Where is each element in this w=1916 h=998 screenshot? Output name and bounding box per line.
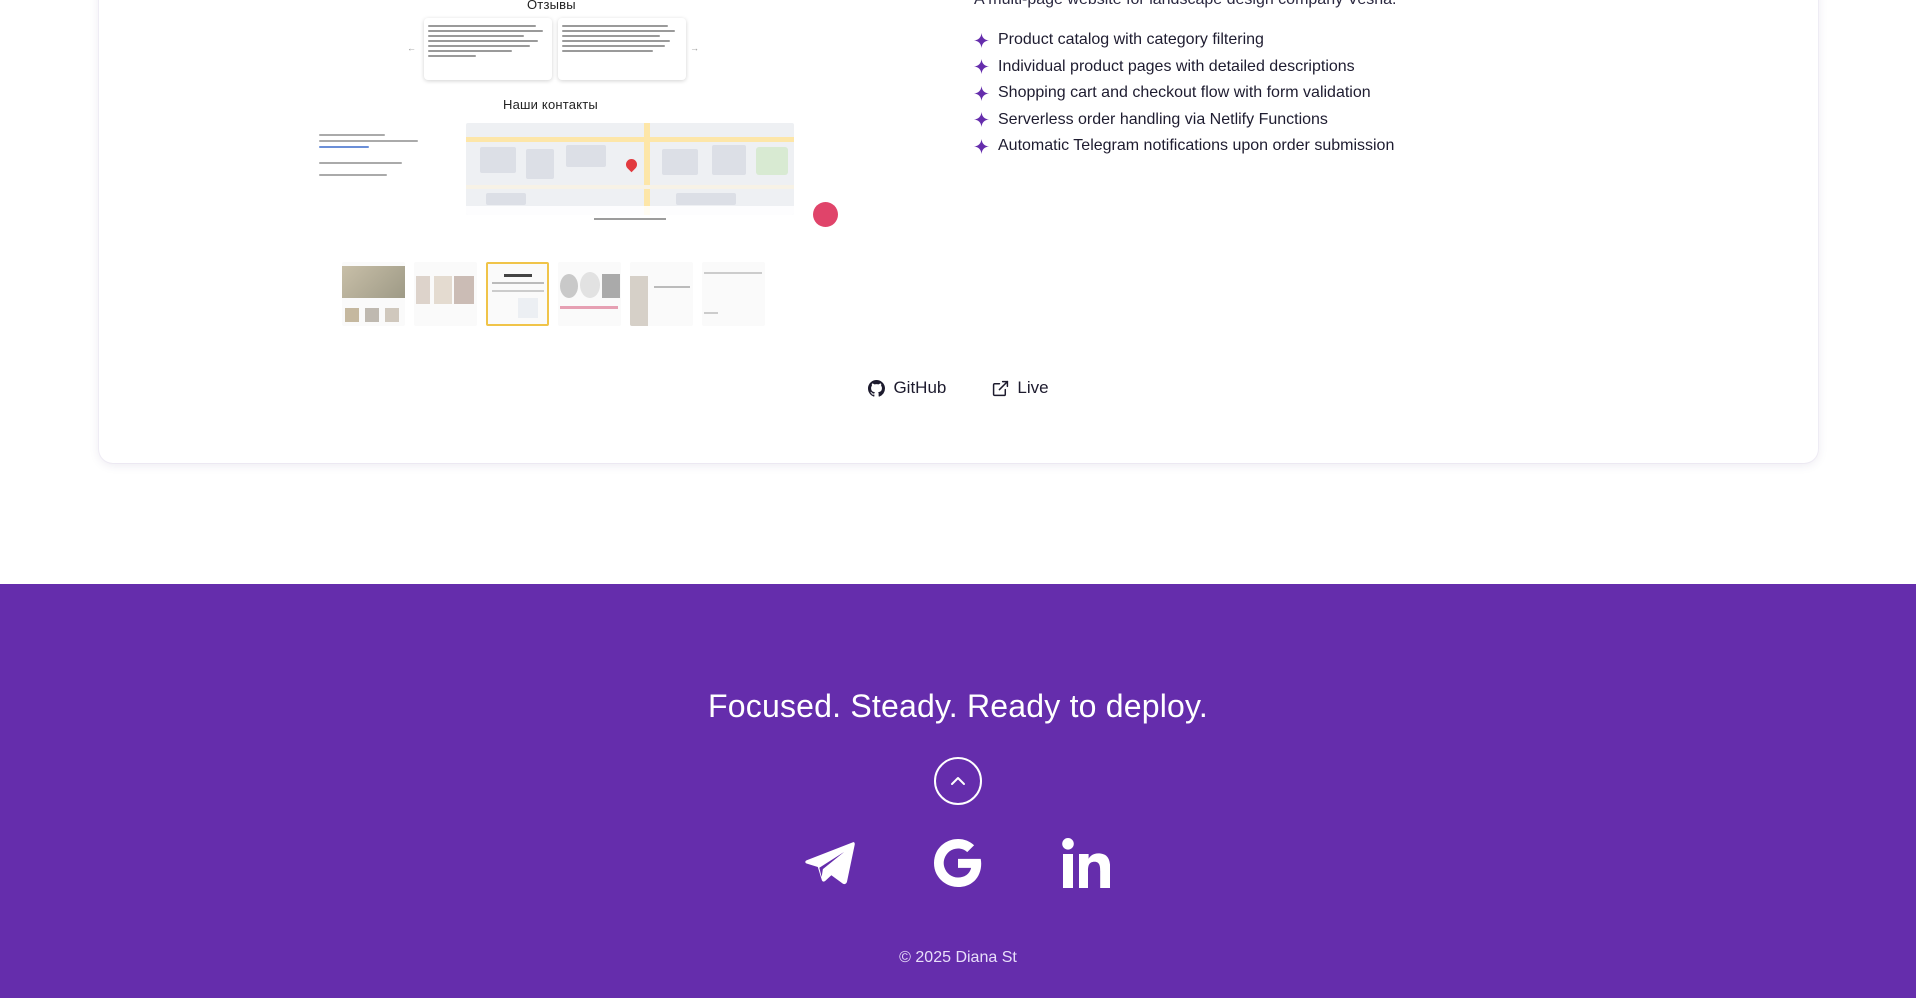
feature-item: Product catalog with category filtering — [974, 27, 1394, 54]
sparkle-icon — [974, 85, 989, 101]
sparkle-icon — [974, 59, 989, 75]
project-description: A multi-page website for landscape desig… — [974, 0, 1396, 9]
sparkle-icon — [974, 138, 989, 154]
social-links — [0, 838, 1916, 888]
feature-text: Individual product pages with detailed d… — [998, 57, 1355, 75]
thumbnail[interactable] — [342, 262, 405, 326]
telegram-link[interactable] — [805, 838, 855, 888]
google-icon — [934, 839, 982, 887]
external-link-icon — [993, 380, 1009, 396]
preview-next-arrow: → — [690, 43, 699, 53]
thumbnail[interactable] — [414, 262, 477, 326]
preview-contacts-heading: Наши контакты — [503, 97, 598, 112]
live-label: Live — [1017, 378, 1049, 397]
feature-text: Automatic Telegram notifications upon or… — [998, 137, 1395, 155]
chevron-up-icon — [951, 777, 965, 785]
github-icon — [868, 379, 886, 397]
feature-item: Shopping cart and checkout flow with for… — [974, 80, 1394, 107]
feature-text: Serverless order handling via Netlify Fu… — [998, 110, 1328, 128]
preview-map — [466, 123, 794, 215]
github-link[interactable]: GitHub — [868, 378, 946, 398]
telegram-icon — [805, 842, 855, 885]
google-link[interactable] — [933, 838, 983, 888]
feature-text: Shopping cart and checkout flow with for… — [998, 84, 1371, 102]
feature-item: Individual product pages with detailed d… — [974, 54, 1394, 81]
footer-tagline: Focused. Steady. Ready to deploy. — [708, 688, 1208, 724]
preview-contact-info — [319, 130, 429, 180]
map-pin-icon — [623, 156, 640, 173]
screenshot-thumbnails — [342, 262, 765, 326]
preview-chat-button — [813, 202, 838, 227]
thumbnail[interactable] — [702, 262, 765, 326]
feature-list: Product catalog with category filtering … — [974, 27, 1394, 160]
feature-item: Serverless order handling via Netlify Fu… — [974, 107, 1394, 134]
live-link[interactable]: Live — [992, 378, 1049, 398]
site-footer: Focused. Steady. Ready to deploy. © 2025… — [0, 584, 1916, 998]
project-links: GitHub Live — [99, 378, 1818, 398]
thumbnail-selected[interactable] — [486, 262, 549, 326]
thumbnail[interactable] — [558, 262, 621, 326]
github-label: GitHub — [893, 378, 947, 397]
linkedin-icon — [1062, 838, 1110, 888]
project-card: Отзывы ← → Наши контакты Product catalog… — [99, 0, 1818, 463]
copyright-text: © 2025 Diana St — [899, 949, 1017, 966]
preview-prev-arrow: ← — [407, 43, 416, 53]
feature-item: Automatic Telegram notifications upon or… — [974, 133, 1394, 160]
preview-address-line — [594, 218, 666, 220]
preview-review-card — [424, 18, 552, 80]
preview-review-card — [558, 18, 686, 80]
sparkle-icon — [974, 112, 989, 128]
scroll-to-top-button[interactable] — [934, 757, 982, 805]
project-screenshot[interactable]: Отзывы ← → Наши контакты — [319, 0, 839, 228]
sparkle-icon — [974, 32, 989, 48]
linkedin-link[interactable] — [1061, 838, 1111, 888]
feature-text: Product catalog with category filtering — [998, 31, 1264, 49]
thumbnail[interactable] — [630, 262, 693, 326]
preview-reviews-heading: Отзывы — [527, 0, 576, 12]
